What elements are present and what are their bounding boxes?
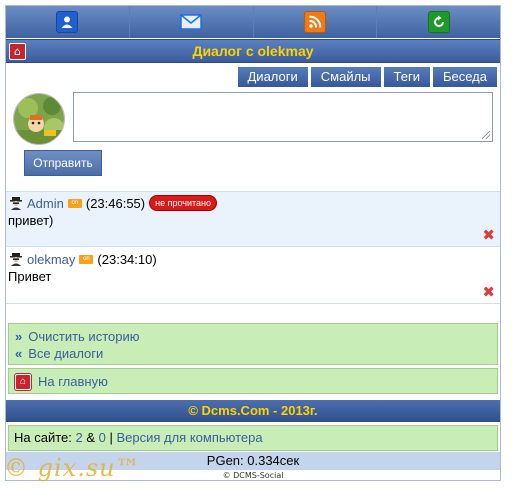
actions-panel: » Очистить историю «Все диалоги (8, 323, 498, 365)
tab-smileys[interactable]: Смайлы (310, 67, 381, 87)
refresh-icon (427, 11, 450, 33)
online-status-badge: on (79, 254, 94, 264)
refresh-nav-button[interactable] (377, 6, 500, 38)
user-spy-icon (10, 253, 22, 266)
page-frame: ⌂ Диалог с olekmay Диалоги Смайлы Теги Б… (5, 5, 501, 481)
online-users-link[interactable]: 2 (75, 430, 82, 445)
top-nav-bar (6, 6, 500, 38)
message-text: привет) (8, 213, 54, 228)
clear-history-link[interactable]: » Очистить историю (15, 329, 139, 344)
avatar (13, 93, 65, 145)
message-time: (23:46:55) (85, 195, 146, 211)
copyright-footer: © Dcms.Com - 2013г. (6, 400, 500, 422)
message-input[interactable] (73, 92, 493, 142)
user-spy-icon (10, 197, 22, 210)
tab-conversation[interactable]: Беседа (432, 67, 497, 87)
rss-nav-button[interactable] (253, 6, 377, 38)
page-header: ⌂ Диалог с olekmay (6, 39, 500, 63)
user-icon (56, 11, 79, 33)
message-item: olekmay on (23:34:10) Привет ✖ (6, 248, 500, 304)
send-button[interactable]: Отправить (24, 150, 102, 176)
all-dialogs-link[interactable]: «Все диалоги (15, 346, 103, 361)
message-text: Привет (8, 269, 52, 284)
online-status-bar: На сайте: 2 & 0 | Версия для компьютера (8, 425, 498, 451)
tab-tags[interactable]: Теги (383, 67, 430, 87)
profile-nav-button[interactable] (6, 6, 129, 38)
resize-handle-icon[interactable] (482, 131, 490, 139)
home-panel: ⌂ На главную (8, 368, 498, 394)
message-author-link[interactable]: Admin (27, 196, 64, 211)
online-guests-link[interactable]: 0 (99, 430, 106, 445)
home-icon: ⌂ (15, 374, 31, 390)
desktop-version-link[interactable]: Версия для компьютера (116, 430, 262, 445)
message-author-link[interactable]: olekmay (27, 252, 75, 267)
page-title: Диалог с olekmay (192, 43, 314, 59)
tab-dialogs[interactable]: Диалоги (237, 67, 308, 87)
home-link[interactable]: На главную (38, 374, 108, 389)
delete-icon[interactable]: ✖ (482, 228, 495, 243)
double-arrow-left-icon: « (15, 346, 23, 361)
online-separator: & (82, 430, 99, 445)
rss-icon (303, 11, 326, 33)
mail-icon (180, 11, 202, 33)
message-time: (23:34:10) (97, 251, 157, 267)
link-divider: | (105, 430, 117, 445)
unread-badge: не прочитано (149, 195, 218, 211)
message-header: olekmay on (23:34:10) (9, 250, 157, 268)
online-status-badge: on (67, 198, 82, 208)
message-header: Admin on (23:46:55) не прочитано (9, 194, 218, 212)
online-label: На сайте: (14, 430, 76, 445)
watermark: © gix.su™ (4, 454, 141, 482)
dialog-tabs: Диалоги Смайлы Теги Беседа (237, 67, 497, 87)
delete-icon[interactable]: ✖ (482, 285, 495, 300)
mail-nav-button[interactable] (129, 6, 253, 38)
message-item: Admin on (23:46:55) не прочитано привет)… (6, 191, 500, 247)
double-arrow-right-icon: » (15, 329, 23, 344)
